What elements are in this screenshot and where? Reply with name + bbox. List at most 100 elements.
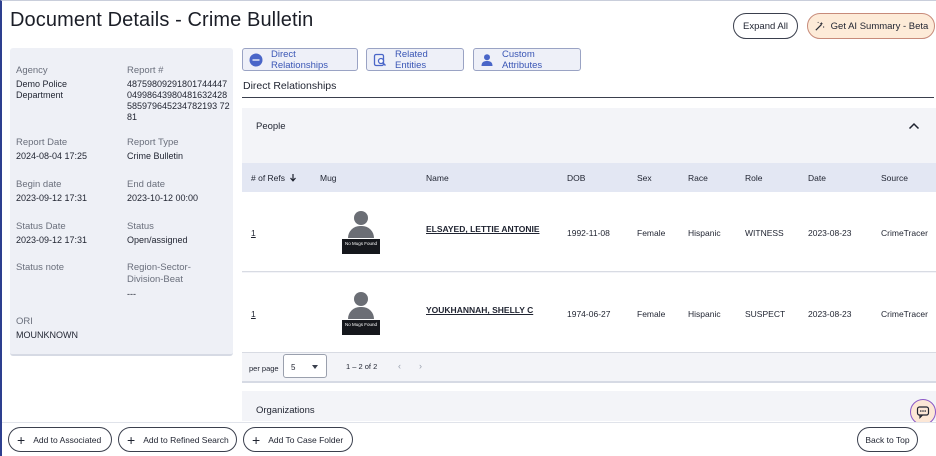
button-label: Add to Refined Search [143, 434, 229, 445]
table-row[interactable]: 1 No Mugs Found YOUKHANNAH, SHELLY C 197… [242, 273, 936, 353]
organizations-section[interactable]: Organizations [242, 391, 936, 421]
column-header-date[interactable]: Date [808, 173, 826, 183]
prev-page-icon[interactable]: ‹ [398, 361, 401, 371]
race-cell: Hispanic [688, 228, 721, 238]
role-cell: SUSPECT [745, 309, 786, 319]
status-note-field: Status note [16, 262, 64, 276]
people-table-header: # of Refs Mug Name DOB Sex Race Role Dat… [242, 163, 936, 192]
tab-label: Direct Relationships [271, 48, 329, 71]
field-value: 2023-10-12 00:00 [127, 193, 199, 203]
add-to-associated-button[interactable]: + Add to Associated [8, 427, 112, 452]
person-name-link[interactable]: YOUKHANNAH, SHELLY C [426, 305, 533, 315]
sex-cell: Female [637, 309, 666, 319]
field-value: --- [127, 289, 136, 299]
add-to-refined-search-button[interactable]: + Add to Refined Search [118, 427, 237, 452]
field-label: End date [127, 179, 166, 190]
column-header-dob[interactable]: DOB [567, 173, 585, 183]
per-page-select[interactable]: 5 [283, 354, 327, 378]
expand-all-label: Expand All [743, 20, 788, 32]
per-page-value: 5 [291, 363, 296, 372]
person-silhouette-icon [354, 292, 368, 306]
agency-field: Agency Demo Police Department [16, 65, 116, 101]
field-value: Open/assigned [127, 235, 188, 245]
column-header-name[interactable]: Name [426, 173, 449, 183]
refs-link[interactable]: 1 [251, 309, 256, 319]
column-header-sex[interactable]: Sex [637, 173, 652, 183]
page-title: Document Details - Crime Bulletin [10, 9, 314, 31]
field-label: Report Date [16, 137, 68, 148]
person-silhouette-icon [354, 211, 368, 225]
column-label: # of Refs [251, 173, 286, 183]
next-page-icon[interactable]: › [419, 361, 422, 371]
report-date-field: Report Date 2024-08-04 17:25 [16, 137, 87, 162]
field-value: Crime Bulletin [127, 151, 184, 161]
arrow-down-icon [290, 174, 297, 182]
column-header-role[interactable]: Role [745, 173, 762, 183]
person-silhouette-body [348, 226, 374, 238]
no-mugs-label: No Mugs Found [342, 239, 380, 254]
field-value: MOUNKNOWN [16, 330, 78, 340]
field-value: 2023-09-12 17:31 [16, 193, 88, 203]
no-mugs-label: No Mugs Found [342, 320, 380, 335]
field-label: Region-Sector-Division-Beat [127, 262, 191, 285]
plus-icon: + [17, 431, 26, 448]
tab-custom-attributes[interactable]: Custom Attributes [473, 48, 581, 71]
refs-link[interactable]: 1 [251, 228, 256, 238]
field-label: Begin date [16, 179, 62, 190]
person-icon [480, 53, 494, 67]
field-label: Status note [16, 262, 65, 273]
page-range: 1 – 2 of 2 [346, 362, 378, 371]
button-label: Add to Associated [33, 434, 102, 445]
mug-placeholder: No Mugs Found [342, 292, 380, 338]
field-value: 4875980929180174444704998643980481632428… [127, 79, 230, 122]
ai-summary-button[interactable]: Get AI Summary - Beta [807, 13, 935, 39]
chat-icon [916, 406, 930, 419]
button-label: Add To Case Folder [268, 434, 344, 445]
plus-icon: + [252, 431, 261, 448]
expand-all-button[interactable]: Expand All [733, 13, 798, 39]
person-silhouette-body [348, 307, 374, 319]
source-cell: CrimeTracer [881, 309, 928, 319]
field-value: 2023-09-12 17:31 [16, 235, 88, 245]
date-cell: 2023-08-23 [808, 309, 852, 319]
report-type-field: Report Type Crime Bulletin [127, 137, 183, 162]
column-header-source[interactable]: Source [881, 173, 908, 183]
chevron-up-icon[interactable] [908, 120, 920, 132]
date-cell: 2023-08-23 [808, 228, 852, 238]
column-header-mug: Mug [320, 173, 337, 183]
people-section-title: People [256, 121, 286, 132]
tab-direct-relationships[interactable]: Direct Relationships [242, 48, 358, 71]
organizations-section-title: Organizations [256, 405, 315, 416]
status-field: Status Open/assigned [127, 221, 188, 246]
begin-date-field: Begin date 2023-09-12 17:31 [16, 179, 87, 204]
person-name-link[interactable]: ELSAYED, LETTIE ANTONIE [426, 224, 540, 234]
end-date-field: End date 2023-10-12 00:00 [127, 179, 198, 204]
plus-icon: + [127, 431, 136, 448]
per-page-label: per page [249, 364, 279, 373]
field-label: Agency [16, 65, 48, 76]
mug-placeholder: No Mugs Found [342, 211, 380, 257]
field-label: Report # [127, 65, 164, 76]
field-value: 2024-08-04 17:25 [16, 151, 88, 161]
bottom-action-bar: + Add to Associated + Add to Refined Sea… [2, 422, 936, 456]
pagination: per page 5 1 – 2 of 2 ‹ › [242, 353, 936, 381]
add-to-case-folder-button[interactable]: + Add To Case Folder [243, 427, 353, 452]
back-to-top-button[interactable]: Back to Top [857, 427, 918, 452]
column-header-race[interactable]: Race [688, 173, 708, 183]
magic-wand-icon [815, 21, 824, 31]
field-label: Status Date [16, 221, 66, 232]
tab-related-entities[interactable]: Related Entities [366, 48, 464, 71]
dob-cell: 1974-06-27 [567, 309, 611, 319]
caret-down-icon [312, 365, 318, 369]
report-number-field: Report # 4875980929180174444704998643980… [127, 65, 231, 123]
role-cell: WITNESS [745, 228, 784, 238]
ori-field: ORI MOUNKNOWN [16, 316, 78, 341]
field-label: Status [127, 221, 154, 232]
sex-cell: Female [637, 228, 666, 238]
source-cell: CrimeTracer [881, 228, 928, 238]
section-title: Direct Relationships [243, 80, 337, 92]
table-row[interactable]: 1 No Mugs Found ELSAYED, LETTIE ANTONIE … [242, 192, 936, 272]
search-doc-icon [373, 53, 387, 67]
column-header-refs[interactable]: # of Refs [251, 173, 297, 183]
status-date-field: Status Date 2023-09-12 17:31 [16, 221, 87, 246]
